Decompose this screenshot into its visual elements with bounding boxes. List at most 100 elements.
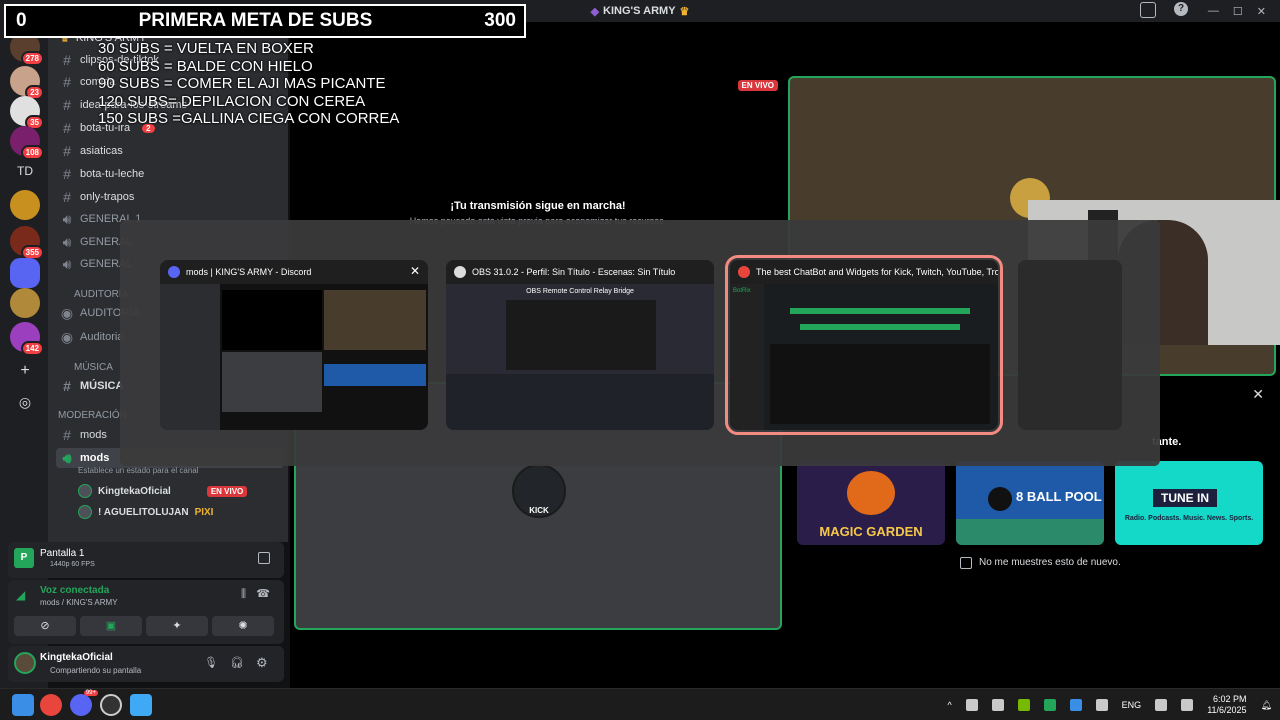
server-icon-5[interactable] [10, 190, 40, 220]
tray-app-icon[interactable] [991, 699, 1004, 711]
minimize-button[interactable]: — [1208, 5, 1219, 17]
voice-user[interactable]: ! AGUELITOLUJAN PIXI [78, 503, 213, 521]
tray-app-icon[interactable] [1043, 699, 1056, 711]
channel-item[interactable]: # asiaticas [56, 141, 284, 161]
card-header: OBS 31.0.2 - Perfil: Sin Título - Escena… [446, 260, 714, 284]
speaker-icon: 🔊︎ [62, 233, 72, 250]
server-icon-2[interactable]: 23 [10, 66, 44, 100]
server-icon-4[interactable]: 108 [10, 126, 44, 160]
switcher-card-discord[interactable]: mods | KING'S ARMY - Discord ✕ [160, 260, 428, 430]
user-panel: KingtekaOficial Compartiendo su pantalla… [8, 646, 284, 682]
user-tag: PIXI [194, 506, 214, 518]
switcher-card-partial[interactable] [1018, 260, 1122, 430]
discord-badge: 99+ [83, 690, 98, 696]
screen-title: Pantalla 1 [40, 548, 85, 559]
stop-share-button[interactable] [258, 552, 270, 564]
maximize-button[interactable]: ☐ [1233, 5, 1243, 18]
voice-panel: ◢ Voz conectada mods / KING'S ARMY ⫼ ☎ ⊘… [8, 580, 284, 644]
activity-card-8-ball[interactable]: 8 BALL POOL [956, 461, 1104, 545]
title-bar-tools: ? [1140, 2, 1188, 18]
dont-show-checkbox[interactable] [960, 557, 972, 569]
settings-icon[interactable]: ⚙ [256, 655, 268, 671]
hash-icon: # [63, 427, 71, 443]
card-title: 8 BALL POOL [1016, 489, 1102, 504]
server-icon-8[interactable] [10, 288, 40, 318]
close-window-button[interactable]: ✕ [1257, 5, 1266, 18]
category-moderacion[interactable]: MODERACIÓN [58, 410, 127, 421]
obs-taskbar-icon[interactable] [100, 694, 122, 716]
hash-icon: # [63, 52, 71, 68]
camera-off-button[interactable]: ⊘ [14, 616, 76, 636]
voice-status[interactable]: Voz conectada [40, 585, 109, 596]
start-icon[interactable] [12, 694, 34, 716]
avatar [78, 484, 92, 498]
headphones-icon[interactable]: 🎧︎ [230, 656, 244, 669]
chrome-taskbar-icon[interactable] [40, 694, 62, 716]
discover-icon[interactable]: ◎ [10, 394, 40, 411]
pumpkin-icon [847, 471, 895, 515]
status-hint[interactable]: Establece un estado para el canal [78, 466, 199, 475]
inbox-icon[interactable] [1140, 2, 1156, 18]
network-icon[interactable] [1155, 699, 1168, 711]
mic-tray-icon[interactable] [1095, 699, 1108, 711]
screen: ◆ KING'S ARMY ♛ ? — ☐ ✕ 278 23 35 108 TD… [0, 0, 1280, 720]
voice-user[interactable]: KingtekaOficial EN VIVO [78, 482, 248, 500]
obs-icon [454, 266, 466, 278]
hash-icon: # [63, 97, 71, 113]
bluetooth-icon[interactable] [1069, 699, 1082, 711]
server-icon-3[interactable]: 35 [10, 96, 44, 130]
channel-name: Auditoria [80, 331, 124, 343]
soundboard-button[interactable]: ✺ [212, 616, 274, 636]
card-title: The best ChatBot and Widgets for Kick, T… [756, 267, 998, 277]
close-activity-icon[interactable]: ✕ [1252, 386, 1264, 403]
disconnect-icon[interactable]: ☎ [256, 587, 270, 600]
chevron-up-icon[interactable]: ^ [947, 700, 951, 710]
noise-icon[interactable]: ⫼ [241, 588, 246, 601]
clock[interactable]: 6:02 PM 11/6/2025 [1207, 694, 1246, 716]
card-title: mods | KING'S ARMY - Discord [186, 267, 312, 277]
close-icon[interactable]: ✕ [410, 264, 420, 278]
preview-canvas [506, 300, 656, 370]
tray-app-icon[interactable] [965, 699, 978, 711]
screen-share-panel: P Pantalla 1 1440p 60 FPS [8, 542, 284, 578]
server-icon-9[interactable]: 142 [10, 322, 44, 356]
tray-app-icon[interactable] [1017, 699, 1030, 711]
card-title: TUNE IN [1153, 489, 1217, 507]
channel-name: mods [80, 429, 107, 441]
preview-tile [222, 290, 322, 350]
server-icon-7[interactable] [10, 258, 40, 288]
preview-mixer [446, 374, 714, 430]
add-server-icon[interactable]: + [10, 362, 40, 380]
hash-icon: # [63, 120, 71, 136]
subs-goal-item: 60 SUBS = BALDE CON HIELO [98, 57, 313, 75]
server-icon-6[interactable]: 355 [10, 226, 44, 260]
avatar[interactable] [14, 652, 36, 674]
user-name[interactable]: KingtekaOficial [40, 652, 113, 663]
switcher-card-obs[interactable]: OBS 31.0.2 - Perfil: Sin Título - Escena… [446, 260, 714, 430]
server-icon-td[interactable]: TD [10, 164, 40, 178]
speaker-icon: 🔊︎ [62, 255, 72, 272]
category-musica[interactable]: MÚSICA [74, 362, 113, 373]
notepad-taskbar-icon[interactable] [130, 694, 152, 716]
window-controls: — ☐ ✕ [1208, 0, 1280, 22]
volume-icon[interactable] [1181, 699, 1194, 711]
discord-taskbar-icon[interactable]: 99+ [70, 690, 98, 716]
mic-icon[interactable]: 🎙︎ [204, 656, 218, 669]
dont-show-label[interactable]: No me muestres esto de nuevo. [979, 557, 1121, 568]
notifications-icon[interactable]: 🔔︎ [1261, 700, 1272, 711]
pool-table [956, 519, 1104, 545]
speaker-icon: 🔊︎ [62, 449, 72, 466]
activity-card-tunein[interactable]: TUNE IN Radio. Podcasts. Music. News. Sp… [1115, 461, 1263, 545]
channel-item[interactable]: # bota-tu-leche [56, 164, 284, 184]
channel-item[interactable]: # only-trapos [56, 187, 284, 207]
card-header: The best ChatBot and Widgets for Kick, T… [730, 260, 998, 284]
language-indicator[interactable]: ENG [1122, 700, 1142, 710]
help-icon[interactable]: ? [1174, 2, 1188, 16]
screen-share-button[interactable]: ▣ [80, 616, 142, 636]
activity-card-magic-garden[interactable]: MAGIC GARDEN [797, 461, 945, 545]
activities-button[interactable]: ✦ [146, 616, 208, 636]
card-preview: OBS Remote Control Relay Bridge [446, 284, 714, 430]
speaker-icon: 🔊︎ [62, 210, 72, 227]
switcher-card-chrome[interactable]: The best ChatBot and Widgets for Kick, T… [725, 255, 1003, 435]
voice-location[interactable]: mods / KING'S ARMY [40, 598, 118, 607]
